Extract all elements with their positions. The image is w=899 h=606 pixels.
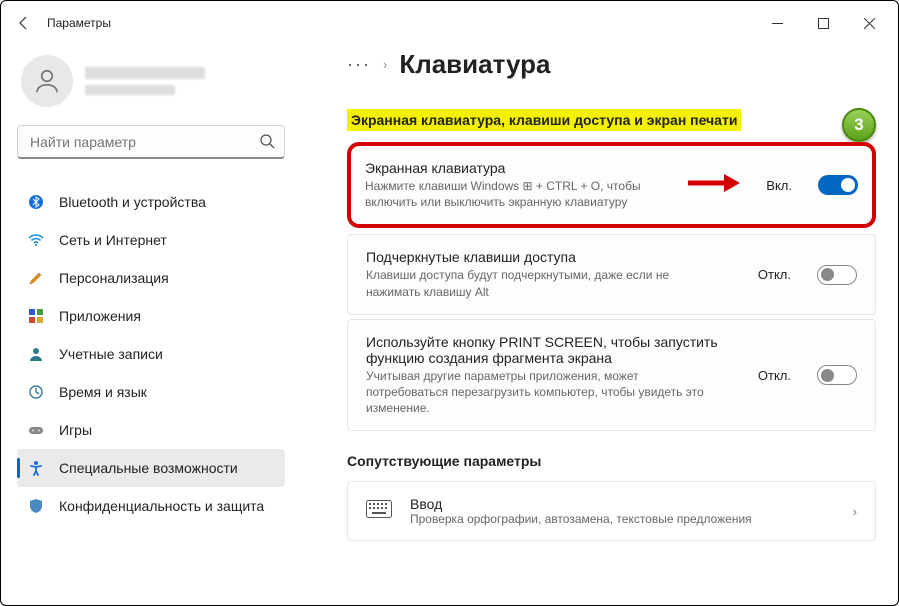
sidebar-item-label: Специальные возможности [59, 460, 238, 476]
card-print-screen[interactable]: Используйте кнопку PRINT SCREEN, чтобы з… [347, 319, 876, 432]
toggle-underline-keys[interactable] [817, 265, 857, 285]
chevron-right-icon: › [383, 57, 387, 72]
sidebar-item-label: Bluetooth и устройства [59, 194, 206, 210]
clock-globe-icon [27, 383, 45, 401]
search-icon [259, 133, 275, 154]
accessibility-icon [27, 459, 45, 477]
back-button[interactable] [7, 6, 41, 40]
toggle-label: Откл. [758, 368, 791, 383]
maximize-button[interactable] [800, 7, 846, 39]
sidebar: Bluetooth и устройства Сеть и Интернет П… [1, 45, 301, 605]
toggle-print-screen[interactable] [817, 365, 857, 385]
close-button[interactable] [846, 7, 892, 39]
page-title: Клавиатура [399, 49, 550, 80]
profile-block[interactable] [17, 45, 285, 125]
related-title: Сопутствующие параметры [347, 453, 876, 469]
annotation-badge-3: 3 [842, 108, 876, 142]
related-item-typing[interactable]: Ввод Проверка орфографии, автозамена, те… [347, 481, 876, 541]
minimize-button[interactable] [754, 7, 800, 39]
sidebar-item-label: Сеть и Интернет [59, 232, 167, 248]
sidebar-item-label: Конфиденциальность и защита [59, 498, 264, 514]
sidebar-item-personalization[interactable]: Персонализация [17, 259, 285, 297]
sidebar-item-gaming[interactable]: Игры [17, 411, 285, 449]
card-desc: Учитывая другие параметры приложения, мо… [366, 368, 706, 417]
bluetooth-icon [27, 193, 45, 211]
card-desc: Нажмите клавиши Windows ⊞ + CTRL + O, чт… [365, 178, 672, 210]
card-title: Подчеркнутые клавиши доступа [366, 249, 744, 265]
wifi-icon [27, 231, 45, 249]
keyboard-icon [366, 500, 392, 523]
main-content: ··· › Клавиатура Экранная клавиатура, кл… [301, 45, 898, 605]
search-input[interactable] [17, 125, 285, 159]
card-title: Используйте кнопку PRINT SCREEN, чтобы з… [366, 334, 744, 366]
toggle-onscreen-keyboard[interactable] [818, 175, 858, 195]
card-desc: Клавиши доступа будут подчеркнутыми, даж… [366, 267, 706, 299]
breadcrumb: ··· › Клавиатура [347, 49, 876, 80]
sidebar-item-label: Время и язык [59, 384, 147, 400]
avatar [21, 55, 73, 107]
brush-icon [27, 269, 45, 287]
annotation-arrow [686, 172, 742, 199]
apps-icon [27, 307, 45, 325]
breadcrumb-more[interactable]: ··· [347, 54, 371, 75]
sidebar-item-accounts[interactable]: Учетные записи [17, 335, 285, 373]
card-onscreen-keyboard[interactable]: Экранная клавиатура Нажмите клавиши Wind… [347, 142, 876, 228]
chevron-right-icon: › [853, 504, 857, 519]
sidebar-item-bluetooth[interactable]: Bluetooth и устройства [17, 183, 285, 221]
search-box[interactable] [17, 125, 285, 159]
section-title: Экранная клавиатура, клавиши доступа и э… [347, 109, 741, 131]
shield-icon [27, 497, 45, 515]
card-underline-access-keys[interactable]: Подчеркнутые клавиши доступа Клавиши дос… [347, 234, 876, 314]
sidebar-item-time[interactable]: Время и язык [17, 373, 285, 411]
sidebar-item-privacy[interactable]: Конфиденциальность и защита [17, 487, 285, 525]
sidebar-item-label: Приложения [59, 308, 141, 324]
related-item-title: Ввод [410, 496, 835, 512]
toggle-label: Откл. [758, 267, 791, 282]
settings-group: Экранная клавиатура Нажмите клавиши Wind… [347, 142, 876, 431]
related-item-desc: Проверка орфографии, автозамена, текстов… [410, 512, 835, 526]
sidebar-item-apps[interactable]: Приложения [17, 297, 285, 335]
card-title: Экранная клавиатура [365, 160, 672, 176]
gamepad-icon [27, 421, 45, 439]
titlebar: Параметры [1, 1, 898, 45]
sidebar-item-accessibility[interactable]: Специальные возможности [17, 449, 285, 487]
nav-list: Bluetooth и устройства Сеть и Интернет П… [17, 183, 285, 525]
person-icon [27, 345, 45, 363]
profile-name-blur [85, 67, 205, 79]
sidebar-item-label: Игры [59, 422, 92, 438]
sidebar-item-label: Персонализация [59, 270, 169, 286]
profile-email-blur [85, 85, 175, 95]
window-title: Параметры [47, 16, 111, 30]
sidebar-item-network[interactable]: Сеть и Интернет [17, 221, 285, 259]
sidebar-item-label: Учетные записи [59, 346, 163, 362]
toggle-label: Вкл. [766, 178, 792, 193]
